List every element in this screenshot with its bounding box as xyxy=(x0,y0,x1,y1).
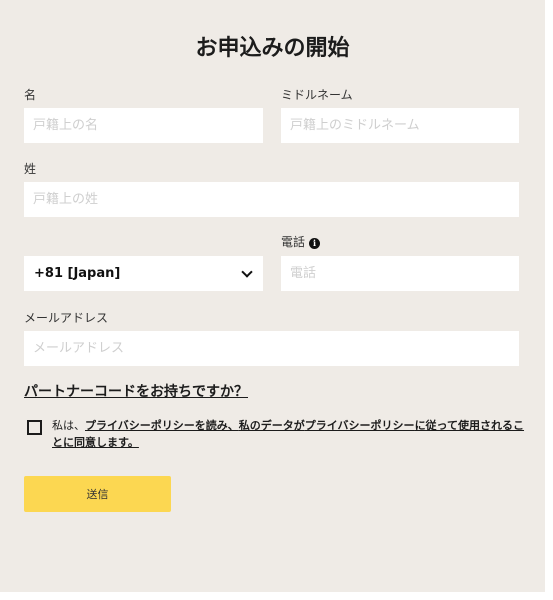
chevron-down-icon xyxy=(241,265,253,278)
phone-input[interactable] xyxy=(281,256,519,291)
country-code-value: +81 [Japan] xyxy=(34,266,121,281)
consent-prefix: 私は、 xyxy=(52,419,85,432)
first-name-input[interactable] xyxy=(24,108,263,143)
info-icon[interactable]: i xyxy=(309,238,321,249)
phone-label: 電話 xyxy=(281,235,306,249)
partner-code-link[interactable]: パートナーコードをお持ちですか？ xyxy=(24,381,248,401)
consent-checkbox[interactable] xyxy=(27,420,42,435)
phone-label-row: 電話 i xyxy=(281,234,321,250)
submit-button[interactable]: 送信 xyxy=(24,476,171,512)
privacy-policy-link-2[interactable]: プライバシーポリシー xyxy=(305,419,415,432)
middle-name-label: ミドルネーム xyxy=(281,88,353,102)
email-input[interactable] xyxy=(24,331,519,366)
last-name-label: 姓 xyxy=(24,162,37,176)
consent-text: 私は、プライバシーポリシーを読み、私のデータがプライバシーポリシーに従って使用さ… xyxy=(52,417,527,451)
first-name-label: 名 xyxy=(24,88,37,102)
page-title: お申込みの開始 xyxy=(195,36,350,61)
signup-panel: お申込みの開始 名 ミドルネーム 姓 +81 [Japan] 電話i メールアド… xyxy=(0,0,545,592)
last-name-input[interactable] xyxy=(24,182,519,217)
consent-middle: 私のデータが xyxy=(238,419,305,432)
country-code-select[interactable]: +81 [Japan] xyxy=(24,256,263,291)
privacy-policy-link-1[interactable]: プライバシーポリシーを読み、 xyxy=(85,419,239,432)
middle-name-input[interactable] xyxy=(281,108,519,143)
email-label: メールアドレス xyxy=(24,311,109,325)
